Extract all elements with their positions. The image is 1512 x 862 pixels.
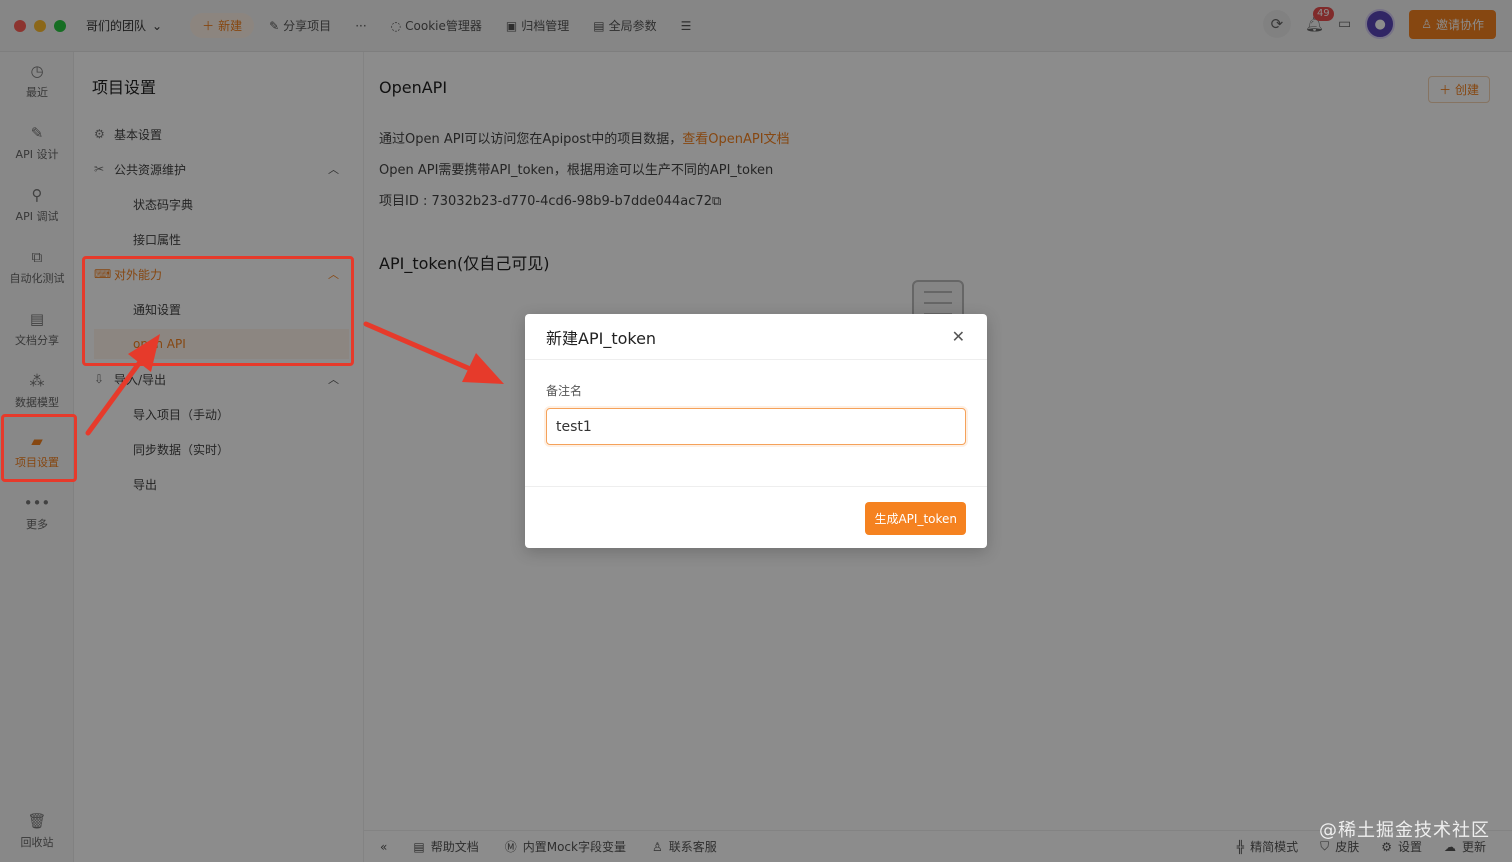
generate-token-button[interactable]: 生成API_token [865,502,966,535]
dialog-footer: 生成API_token [525,486,987,548]
new-token-dialog: 新建API_token ✕ 备注名 生成API_token [525,314,987,548]
dialog-title: 新建API_token [546,328,657,348]
remark-name-input[interactable] [546,408,966,445]
watermark: @稀土掘金技术社区 [1319,820,1490,841]
remark-label: 备注名 [546,384,583,398]
close-icon[interactable]: ✕ [952,327,965,346]
dialog-header: 新建API_token ✕ [525,314,987,360]
